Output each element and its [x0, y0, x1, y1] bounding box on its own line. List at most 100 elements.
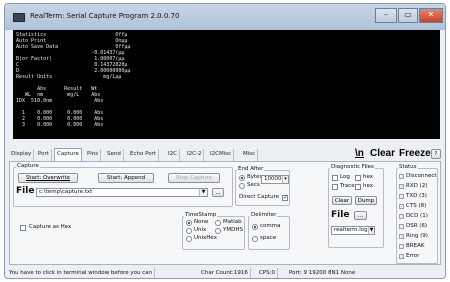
freeze-button[interactable]: Freeze [399, 147, 431, 161]
window-title: RealTerm: Serial Capture Program 2.0.0.7… [30, 12, 180, 20]
delimiter-comma-radio[interactable] [252, 224, 258, 230]
status-rxd: RXD (2) [406, 183, 428, 189]
timestamp-none-radio[interactable] [186, 220, 192, 226]
status-error: Error [406, 253, 420, 259]
timestamp-unixhex-label: UnixHex [194, 235, 217, 241]
status-hint: You have to click in terminal window bef… [9, 268, 156, 278]
status-disconnect: Disconnect [406, 173, 437, 179]
end-after-secs-radio[interactable] [239, 183, 245, 189]
capture-file-path[interactable]: c:\temp\capture.txt ▼ [36, 188, 208, 197]
capture-as-hex-label: Capture as Hex [29, 224, 72, 230]
capture-group-label: Capture [16, 163, 40, 169]
status-led [399, 184, 404, 189]
status-led [399, 234, 404, 239]
maximize-button[interactable]: ▭ [398, 8, 418, 23]
end-after-secs-label: Secs [247, 182, 260, 188]
tab-display[interactable]: Display [9, 149, 35, 161]
chevron-down-icon[interactable]: ▼ [368, 227, 374, 234]
timestamp-matlab-radio[interactable] [215, 220, 221, 226]
status-led [399, 254, 404, 259]
status-led [399, 224, 404, 229]
terminal-line: IDX 510.0nm Abs [16, 98, 104, 104]
tab-capture[interactable]: Capture [54, 148, 82, 161]
end-after-label: End After [237, 166, 265, 172]
direct-capture-label: Direct Capture [239, 194, 280, 200]
status-bar: You have to click in terminal window bef… [9, 268, 441, 278]
status-led [399, 244, 404, 249]
start-overwrite-button[interactable]: Start: Overwrite [18, 173, 78, 183]
capture-as-hex-checkbox[interactable] [20, 225, 26, 231]
minimize-button[interactable]: – [375, 8, 397, 23]
chevron-down-icon[interactable]: ▾ [282, 176, 288, 183]
delimiter-space-radio[interactable] [252, 236, 258, 242]
app-icon [13, 13, 25, 22]
status-cps: CPS:0 [259, 268, 279, 278]
tab-i2c-2[interactable]: I2C-2 [185, 149, 205, 161]
timestamp-matlab-label: Matlab [223, 219, 242, 225]
status-led [399, 174, 404, 179]
timestamp-unixhex-radio[interactable] [186, 236, 192, 242]
tab-i2cmisc[interactable]: I2CMisc [208, 149, 235, 161]
delimiter-space-label: space [260, 235, 277, 241]
status-ring: Ring (9) [406, 233, 428, 239]
tab-echo-port[interactable]: Echo Port [128, 149, 160, 161]
tab-send[interactable]: Send [105, 149, 124, 161]
close-button[interactable]: ✕ [419, 8, 443, 23]
diag-trace-label: Trace [340, 183, 355, 189]
delimiter-group [248, 216, 290, 250]
diag-file-select-text: realterm.log [334, 227, 368, 233]
tab-pins[interactable]: Pins [85, 149, 102, 161]
status-led [399, 204, 404, 209]
diag-browse-button[interactable]: ... [354, 211, 367, 220]
status-dsr: DSR (6) [406, 223, 428, 229]
status-port: Port: 9 19200 8N1 None [289, 270, 356, 276]
stop-capture-button[interactable]: Stop Capture [168, 173, 220, 183]
newline-button[interactable]: \n [355, 147, 364, 161]
timestamp-unix-label: Unix [194, 227, 207, 233]
diag-dump-button[interactable]: Dump [355, 196, 377, 205]
capture-panel: Capture Start: Overwrite Start: Append S… [9, 161, 441, 265]
status-dcd: DCD (1) [406, 213, 428, 219]
capture-browse-button[interactable]: ... [212, 188, 224, 197]
terminal-line: Result Units mg/Lµµ [16, 74, 122, 80]
tab-misc[interactable]: Misc [241, 149, 259, 161]
start-append-button[interactable]: Start: Append [98, 173, 154, 183]
chevron-down-icon[interactable]: ▼ [199, 189, 207, 196]
timestamp-label: TimeStamp [184, 212, 218, 218]
help-button[interactable]: ? [431, 149, 441, 159]
terminal-output[interactable]: Statistics Offµ Auto Print Onµµ Auto Sav… [13, 30, 440, 139]
timestamp-none-label: None [194, 219, 209, 225]
delimiter-comma-label: comma [260, 223, 281, 229]
terminal-line: 3 0.000 0.000 Abs [16, 122, 104, 128]
clear-button[interactable]: Clear [370, 147, 395, 161]
timestamp-unix-radio[interactable] [186, 228, 192, 234]
diag-clear-button[interactable]: Clear [332, 196, 352, 205]
diag-log-checkbox[interactable] [332, 175, 338, 181]
diag-file-select[interactable]: realterm.log ▼ [331, 226, 375, 235]
status-led [399, 214, 404, 219]
timestamp-ymdhs-label: YMDHS [223, 227, 243, 233]
delimiter-label: Delimiter [250, 212, 278, 218]
diag-file-label: File [331, 210, 350, 220]
tab-i2c[interactable]: I2C [166, 149, 180, 161]
capture-file-label: File [16, 186, 35, 196]
diag-trace-checkbox[interactable] [332, 184, 338, 190]
direct-capture-checkbox[interactable] [282, 194, 288, 201]
diag-log-label: Log [340, 174, 350, 180]
status-label: Status [398, 164, 418, 170]
diag-log-hex-checkbox[interactable] [355, 175, 361, 181]
status-char-count: Char Count:1916 [201, 268, 251, 278]
diagnostic-label: Diagnostic Files [330, 164, 375, 170]
diag-trace-hex-checkbox[interactable] [355, 184, 361, 190]
end-after-bytes-radio[interactable] [239, 175, 245, 181]
diag-trace-hex-label: hex [363, 183, 374, 189]
end-after-value[interactable]: 100000 ▾ [261, 175, 289, 184]
status-txd: TXD (3) [406, 193, 427, 199]
status-break: BREAK [406, 243, 425, 249]
status-cts: CTS (8) [406, 203, 427, 209]
status-led [399, 194, 404, 199]
timestamp-ymdhs-radio[interactable] [215, 228, 221, 234]
capture-file-path-text: c:\temp\capture.txt [39, 189, 93, 195]
tab-port[interactable]: Port [36, 149, 52, 161]
title-bar[interactable]: RealTerm: Serial Capture Program 2.0.0.7… [5, 4, 445, 30]
